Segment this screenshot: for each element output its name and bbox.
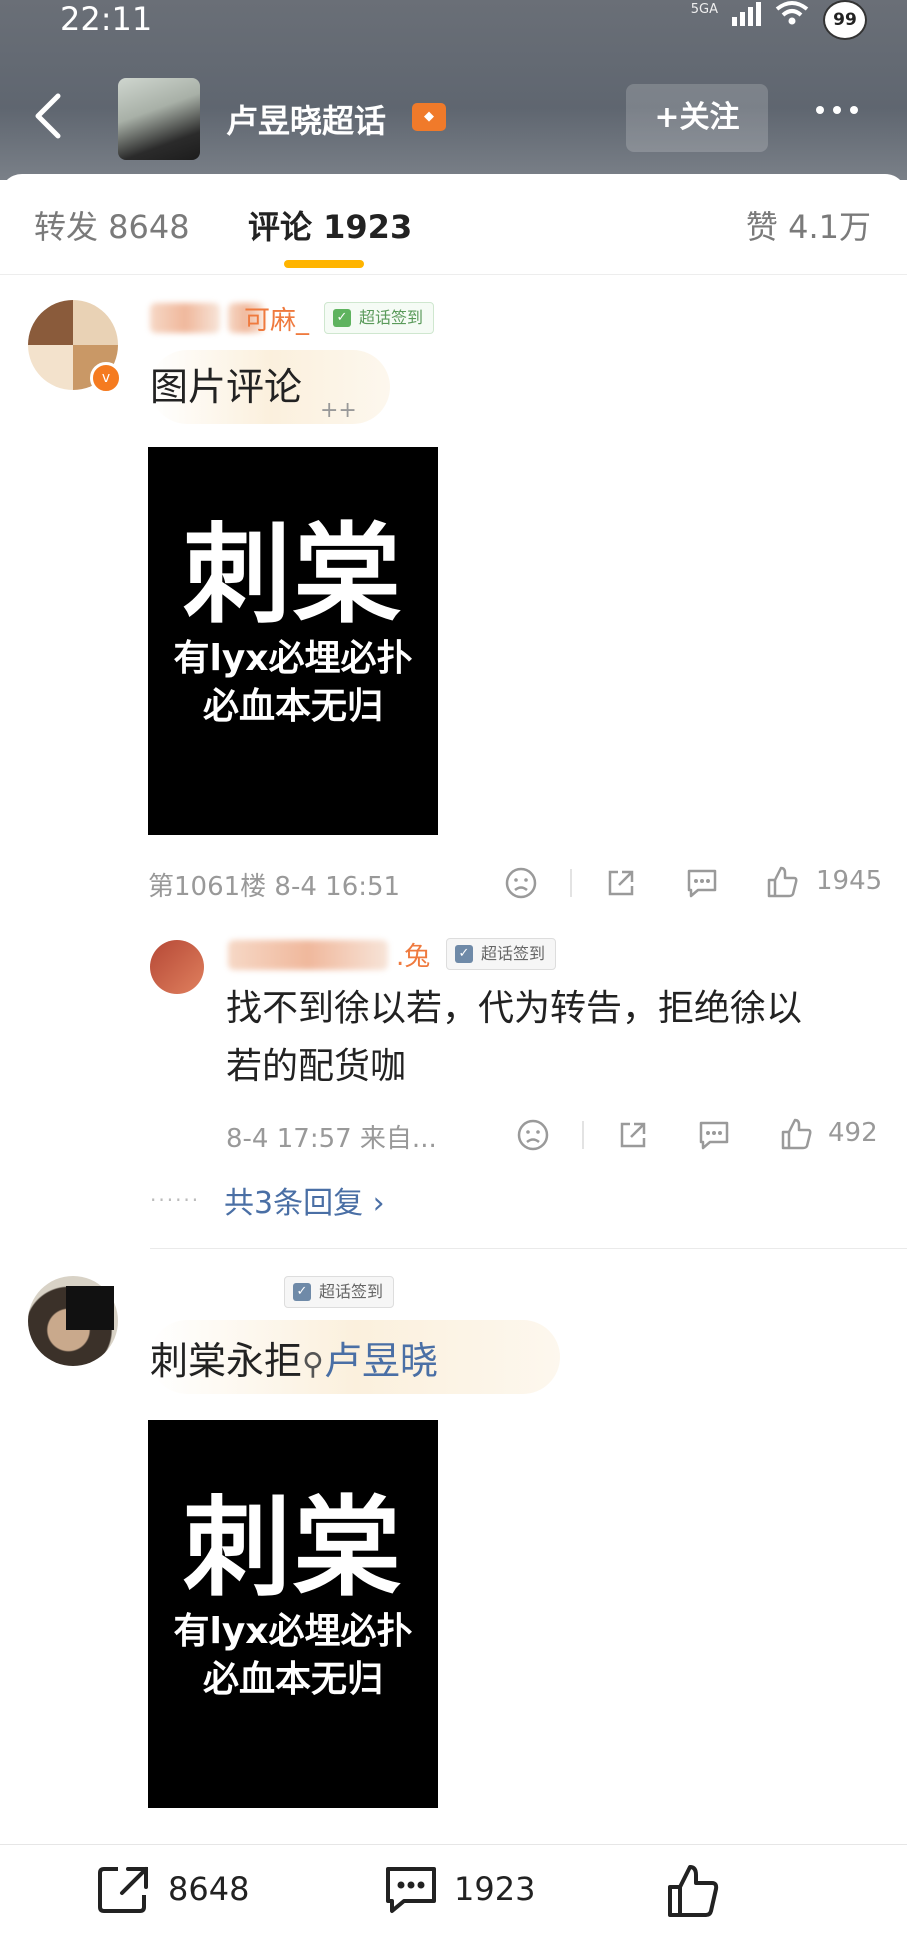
topic-header: 22:11 5GA 99 卢昱晓超话 ◆ +关注 bbox=[0, 0, 907, 180]
like-icon[interactable] bbox=[764, 864, 800, 900]
repost-button[interactable]: 8648 bbox=[96, 1863, 249, 1915]
username-redacted bbox=[228, 940, 388, 970]
comment-button[interactable]: 1923 bbox=[382, 1863, 535, 1915]
dislike-icon[interactable] bbox=[504, 866, 538, 900]
sign-in-tag: ✓ 超话签到 bbox=[324, 302, 435, 334]
dislike-icon[interactable] bbox=[516, 1118, 550, 1152]
more-icon[interactable] bbox=[816, 106, 858, 114]
reply-dots: ······ bbox=[150, 1188, 201, 1212]
back-icon[interactable] bbox=[28, 88, 68, 144]
more-replies-link[interactable]: 共3条回复 › bbox=[224, 1178, 385, 1222]
tab-comment[interactable]: 评论 1923 bbox=[248, 202, 412, 248]
tab-like[interactable]: 赞 4.1万 bbox=[746, 202, 871, 248]
divider bbox=[570, 869, 572, 897]
share-icon[interactable] bbox=[616, 1118, 650, 1152]
wifi-icon bbox=[775, 1, 809, 25]
divider bbox=[582, 1121, 584, 1149]
comment-text: 刺棠永拒⚲卢昱晓 bbox=[150, 1339, 439, 1383]
network-label: 5GA bbox=[690, 2, 718, 17]
like-button[interactable] bbox=[664, 1863, 722, 1919]
bottom-action-bar: 8648 1923 bbox=[0, 1844, 907, 1935]
like-icon bbox=[668, 1865, 719, 1917]
tab-active-indicator bbox=[284, 260, 364, 268]
image-big-text: 刺棠 bbox=[182, 1486, 403, 1611]
share-icon[interactable] bbox=[604, 866, 638, 900]
repost-count: 8648 bbox=[168, 1870, 250, 1908]
search-icon: ⚲ bbox=[302, 1347, 324, 1382]
username-redacted bbox=[150, 303, 220, 333]
sign-in-tag: ✓ 超话签到 bbox=[284, 1276, 395, 1308]
status-time: 22:11 bbox=[60, 0, 153, 38]
like-count: 492 bbox=[828, 1118, 878, 1148]
avatar-mask bbox=[66, 1286, 114, 1330]
check-icon: ✓ bbox=[293, 1283, 311, 1301]
image-text-line: 必血本无归 bbox=[202, 686, 383, 727]
comment-image[interactable]: 刺棠 有lyx必埋必扑 必血本无归 bbox=[148, 447, 438, 835]
comment-icon[interactable] bbox=[684, 866, 720, 900]
reply-text: 找不到徐以若，代为转告，拒绝徐以 bbox=[226, 988, 803, 1029]
tab-repost[interactable]: 转发 8648 bbox=[34, 202, 190, 248]
reply-meta: 8-4 17:57 来自... bbox=[226, 1124, 437, 1154]
image-text-line: 必血本无归 bbox=[202, 1659, 383, 1700]
username[interactable]: 可麻_ bbox=[244, 300, 309, 337]
repost-icon bbox=[98, 1867, 148, 1913]
verified-icon: v bbox=[90, 362, 122, 394]
topic-level-icon: ◆ bbox=[412, 103, 446, 131]
page-title: 卢昱晓超话 bbox=[226, 102, 387, 140]
comment-meta: 第1061楼 8-4 16:51 bbox=[148, 872, 401, 902]
like-icon[interactable] bbox=[778, 1116, 814, 1152]
image-big-text: 刺棠 bbox=[182, 513, 403, 638]
comment-image[interactable]: 刺棠 有lyx必埋必扑 必血本无归 bbox=[148, 1420, 438, 1808]
comment-count: 1923 bbox=[454, 1870, 536, 1908]
topic-avatar[interactable] bbox=[118, 78, 200, 160]
comment-icon[interactable] bbox=[696, 1118, 732, 1152]
sign-in-tag: ✓ 超话签到 bbox=[446, 938, 557, 970]
bubble-decoration: ++ bbox=[320, 398, 357, 423]
check-icon: ✓ bbox=[455, 945, 473, 963]
reply-text: 若的配货咖 bbox=[226, 1046, 407, 1087]
follow-button[interactable]: +关注 bbox=[626, 84, 768, 152]
image-text-line: 有lyx必埋必扑 bbox=[173, 638, 413, 679]
reply-avatar[interactable] bbox=[150, 940, 204, 994]
signal-icon bbox=[732, 0, 761, 26]
image-text-line: 有lyx必埋必扑 bbox=[173, 1611, 413, 1652]
check-icon: ✓ bbox=[333, 309, 351, 327]
tab-bar: 转发 8648 评论 1923 赞 4.1万 bbox=[0, 174, 907, 275]
topic-search-link[interactable]: 卢昱晓 bbox=[324, 1339, 438, 1383]
reply-username[interactable]: .兔 bbox=[396, 936, 430, 973]
status-icons: 5GA 99 bbox=[691, 0, 867, 40]
like-count: 1945 bbox=[816, 866, 883, 896]
battery-badge: 99 bbox=[823, 0, 867, 40]
comment-divider bbox=[150, 1248, 907, 1249]
comment-icon bbox=[386, 1867, 436, 1913]
comment-text: 图片评论 bbox=[150, 365, 303, 409]
